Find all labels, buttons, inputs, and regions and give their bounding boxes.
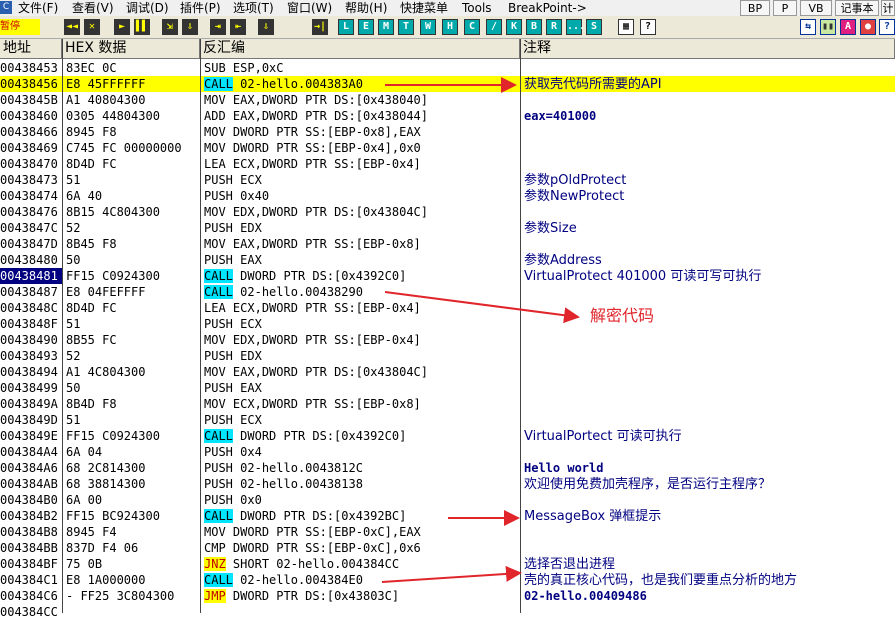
annotation-arrow	[384, 291, 580, 324]
annotation-overlay	[381, 77, 580, 583]
annotation-arrow	[381, 565, 522, 583]
annotation-decrypt-label: 解密代码	[590, 306, 655, 325]
